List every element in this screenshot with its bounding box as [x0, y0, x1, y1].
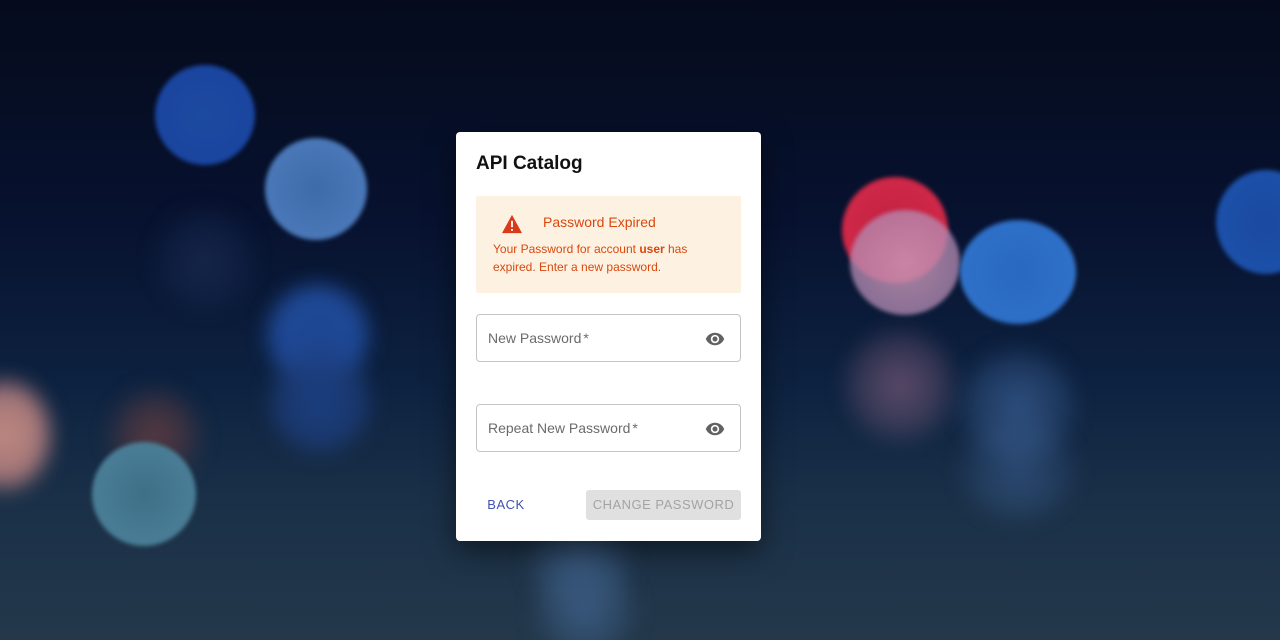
warning-icon [502, 214, 522, 234]
password-expired-alert: Password Expired Your Password for accou… [476, 196, 741, 293]
new-password-field[interactable]: New Password * [476, 314, 741, 362]
back-button[interactable]: BACK [478, 490, 534, 518]
account-name: user [639, 242, 665, 256]
repeat-password-field[interactable]: Repeat New Password * [476, 404, 741, 452]
change-password-button[interactable]: CHANGE PASSWORD [586, 490, 741, 520]
change-password-dialog: API Catalog Password Expired Your Passwo… [456, 132, 761, 541]
alert-message: Your Password for account user has expir… [493, 242, 688, 274]
repeat-password-label: Repeat New Password * [488, 420, 638, 436]
alert-title: Password Expired [543, 214, 656, 230]
eye-icon[interactable] [704, 419, 726, 439]
new-password-label: New Password * [488, 330, 589, 346]
dialog-title: API Catalog [476, 153, 583, 174]
eye-icon[interactable] [704, 329, 726, 349]
